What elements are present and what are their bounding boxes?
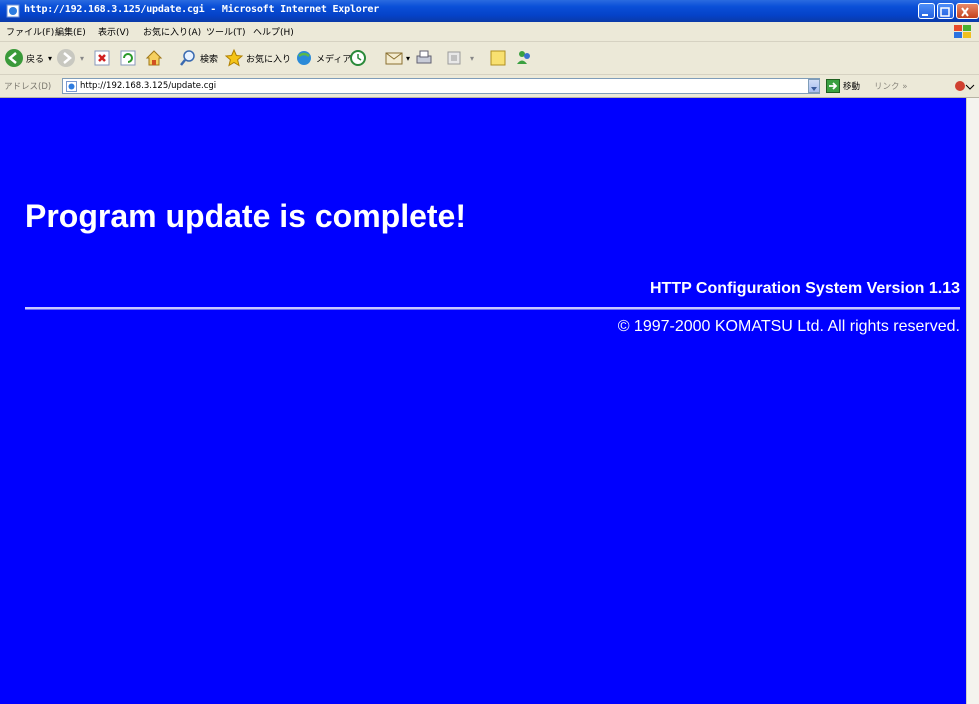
print-button[interactable] xyxy=(414,47,434,69)
media-label: メディア xyxy=(316,54,352,65)
copyright-text: © 1997-2000 KOMATSU Ltd. All rights rese… xyxy=(617,318,960,335)
back-arrow-icon xyxy=(5,49,23,67)
menu-tools[interactable]: ツール(T) xyxy=(206,25,246,38)
search-button[interactable]: 検索 xyxy=(178,47,218,69)
home-icon xyxy=(145,50,163,66)
menu-favorites[interactable]: お気に入り(A) xyxy=(143,25,201,38)
menu-help[interactable]: ヘルプ(H) xyxy=(253,25,294,38)
history-button[interactable] xyxy=(348,47,368,69)
favorites-button[interactable]: お気に入り xyxy=(224,47,291,69)
go-arrow-icon xyxy=(826,79,840,93)
back-button[interactable]: 戻る ▾ xyxy=(4,47,52,69)
address-dropdown-button[interactable] xyxy=(808,79,820,93)
menu-bar: ファイル(F) 編集(E) 表示(V) お気に入り(A) ツール(T) ヘルプ(… xyxy=(0,22,979,42)
title-bar: http://192.168.3.125/update.cgi - Micros… xyxy=(0,0,979,22)
edit-dropdown-icon[interactable]: ▾ xyxy=(470,54,474,63)
page-content: Program update is complete! HTTP Configu… xyxy=(0,98,966,704)
mail-icon xyxy=(385,52,403,65)
menu-view[interactable]: 表示(V) xyxy=(98,25,129,38)
chevron-down-icon xyxy=(811,87,817,91)
minimize-icon xyxy=(922,14,928,16)
messenger-icon xyxy=(517,51,530,64)
home-button[interactable] xyxy=(144,47,164,69)
close-button[interactable] xyxy=(956,3,979,19)
back-label: 戻る xyxy=(26,54,45,65)
discuss-button[interactable] xyxy=(488,47,508,69)
search-icon xyxy=(180,50,195,66)
page-heading: Program update is complete! xyxy=(25,198,466,234)
window-title: http://192.168.3.125/update.cgi - Micros… xyxy=(24,4,380,15)
address-field[interactable]: http://192.168.3.125/update.cgi xyxy=(62,78,820,94)
minimize-button[interactable] xyxy=(918,3,935,19)
forward-button[interactable]: ▾ xyxy=(56,47,84,69)
favorites-star-icon xyxy=(224,48,244,67)
windows-logo-icon xyxy=(954,25,971,38)
version-text: HTTP Configuration System Version 1.13 xyxy=(650,280,960,297)
address-url[interactable]: http://192.168.3.125/update.cgi xyxy=(80,81,216,91)
links-toolbar[interactable]: リンク » xyxy=(874,80,907,92)
page-icon xyxy=(66,81,77,92)
go-button[interactable]: 移動 xyxy=(826,79,860,93)
maximize-icon xyxy=(940,7,950,17)
edit-button[interactable]: ▾ xyxy=(444,47,474,69)
media-button[interactable]: メディア xyxy=(294,47,351,69)
stop-icon xyxy=(94,50,110,66)
horizontal-rule xyxy=(25,307,960,310)
standard-toolbar: 戻る ▾ ▾ 検索 お気に入り メディア ▾ ▾ xyxy=(0,42,979,75)
ie-page-icon xyxy=(6,4,20,18)
translate-icon[interactable] xyxy=(952,78,978,94)
edit-icon xyxy=(447,51,461,65)
maximize-button[interactable] xyxy=(937,3,954,19)
history-icon xyxy=(350,50,366,66)
refresh-button[interactable] xyxy=(118,47,138,69)
stop-button[interactable] xyxy=(92,47,112,69)
mail-button[interactable]: ▾ xyxy=(384,47,410,69)
mail-dropdown-icon[interactable]: ▾ xyxy=(406,54,410,63)
address-bar: アドレス(D) http://192.168.3.125/update.cgi … xyxy=(0,75,979,98)
print-icon xyxy=(416,50,432,64)
address-label: アドレス(D) xyxy=(4,82,52,92)
menu-file[interactable]: ファイル(F) xyxy=(6,25,54,38)
vertical-scrollbar[interactable] xyxy=(966,98,979,704)
favorites-label: お気に入り xyxy=(246,54,292,65)
forward-arrow-icon xyxy=(57,49,75,67)
refresh-icon xyxy=(120,50,136,66)
search-label: 検索 xyxy=(200,54,219,65)
messenger-button[interactable] xyxy=(514,47,534,69)
forward-dropdown-icon[interactable]: ▾ xyxy=(80,54,84,63)
notes-icon xyxy=(490,50,506,66)
close-icon xyxy=(961,7,969,17)
menu-edit[interactable]: 編集(E) xyxy=(55,25,86,38)
go-label: 移動 xyxy=(843,82,861,92)
back-dropdown-icon[interactable]: ▾ xyxy=(48,54,52,63)
media-icon xyxy=(297,51,311,65)
